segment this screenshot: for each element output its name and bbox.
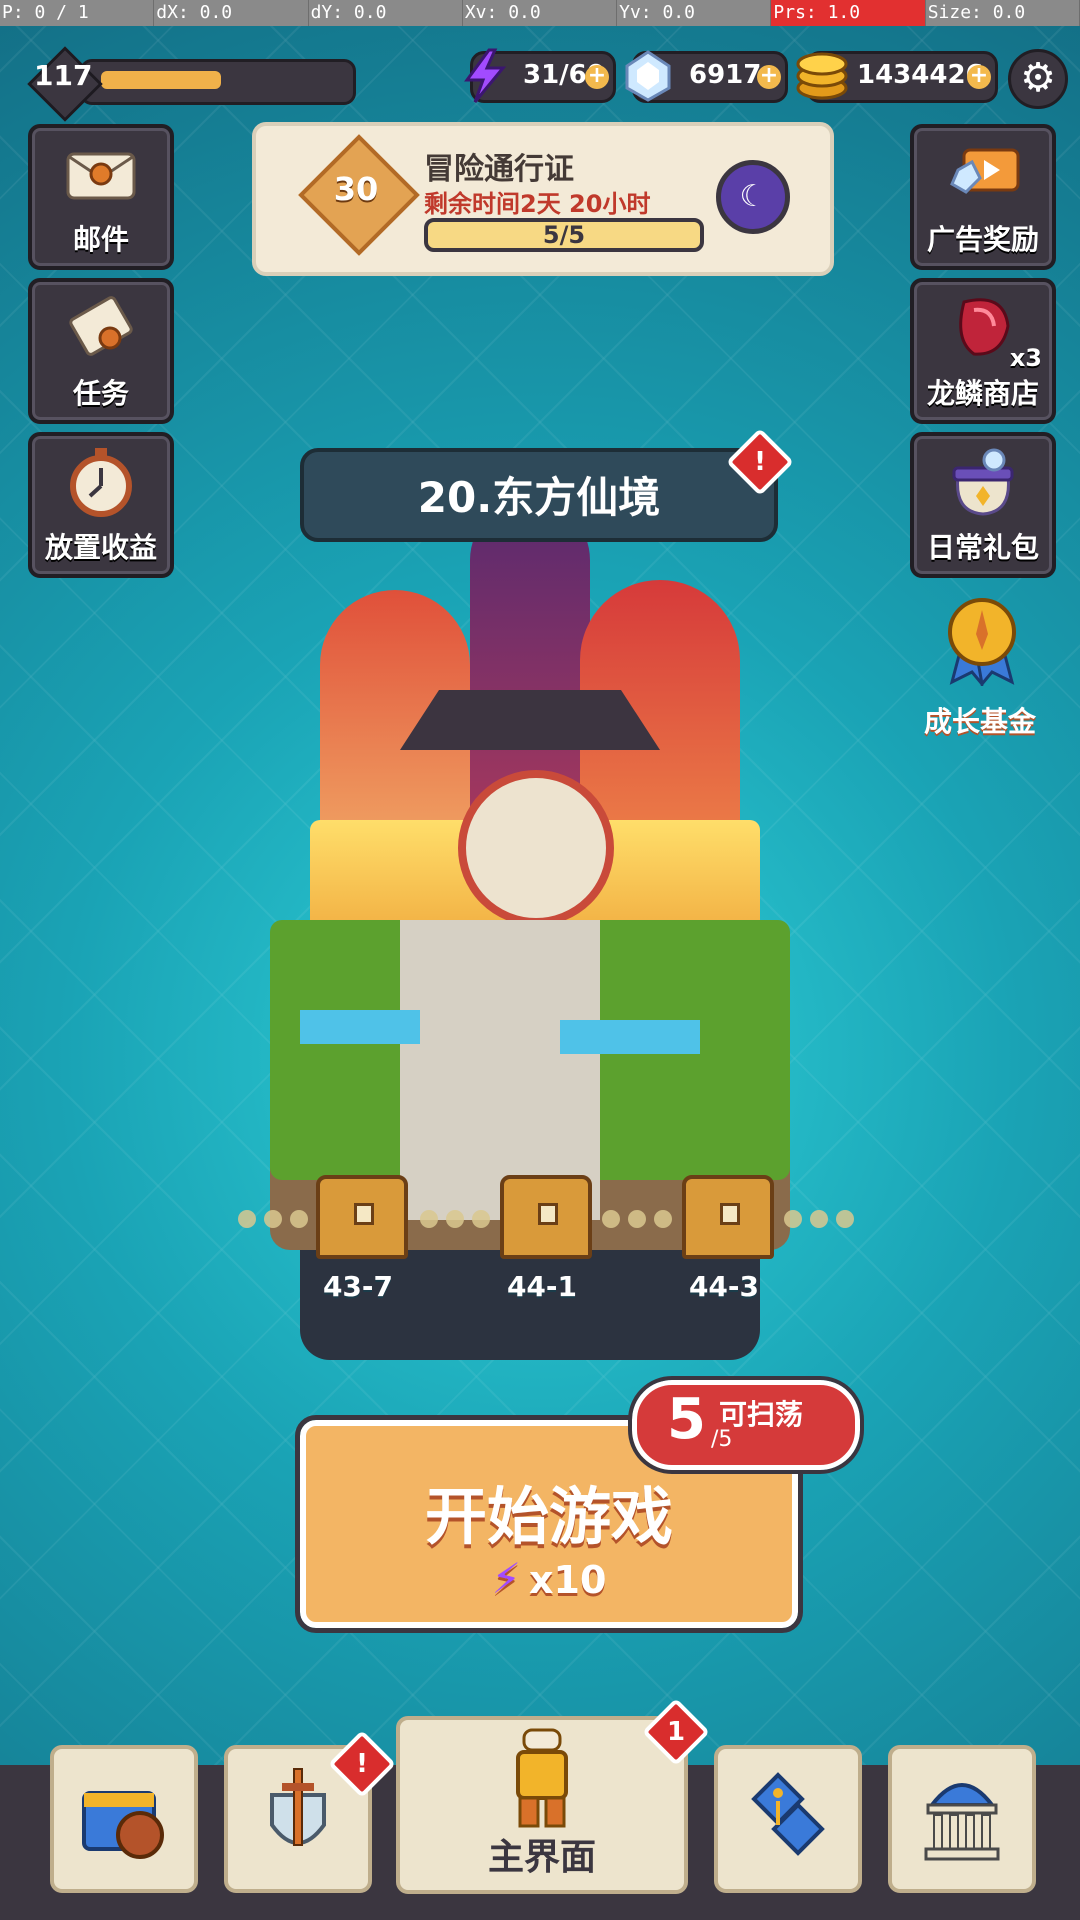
debug-pressure: Prs: 1.0: [771, 0, 926, 26]
nav-guild-button[interactable]: [888, 1745, 1036, 1893]
stopwatch-icon: [70, 448, 132, 517]
track-dot: [472, 1210, 490, 1228]
track-dot: [238, 1210, 256, 1228]
quest-button[interactable]: 任务: [28, 278, 174, 424]
armor-icon: [516, 1728, 568, 1828]
stage-title-banner[interactable]: 20.东方仙境: [300, 448, 778, 542]
tv-icon: [950, 148, 1020, 194]
dragon-shop-label: 龙鳞商店: [926, 377, 1039, 410]
track-dot: [264, 1210, 282, 1228]
track-dot: [420, 1210, 438, 1228]
ad-reward-label: 广告奖励: [926, 223, 1039, 256]
sweep-count: 5: [667, 1387, 706, 1452]
level-progress-fill: [101, 71, 221, 89]
pass-progress-text: 5/5: [542, 221, 586, 249]
treasure-chest-icon[interactable]: [682, 1175, 774, 1259]
add-energy-button[interactable]: +: [585, 65, 609, 89]
level-progress-bar: [80, 59, 356, 105]
track-dot: [810, 1210, 828, 1228]
player-level[interactable]: 117: [27, 46, 356, 122]
mail-icon: [66, 152, 136, 200]
debug-overlay: P: 0 / 1 dX: 0.0 dY: 0.0 Xv: 0.0 Yv: 0.0…: [0, 0, 1080, 26]
track-dot: [654, 1210, 672, 1228]
debug-dy: dY: 0.0: [309, 0, 463, 26]
stream: [560, 1020, 700, 1054]
idle-reward-label: 放置收益: [44, 531, 157, 564]
lightning-icon: ⚡: [491, 1554, 522, 1603]
growth-fund-label: 成长基金: [923, 705, 1036, 738]
gift-pot-icon: [952, 448, 1014, 516]
debug-size: Size: 0.0: [926, 0, 1080, 26]
pass-title: 冒险通行证: [424, 152, 574, 187]
daily-gift-button[interactable]: 日常礼包: [910, 432, 1056, 578]
add-gems-button[interactable]: +: [757, 65, 781, 89]
bank-building-icon: [924, 1783, 1000, 1861]
dragon-shop-count: x3: [1009, 344, 1042, 372]
settings-gear-icon[interactable]: ⚙: [1008, 49, 1068, 109]
pass-remaining-time: 剩余时间2天 20小时: [424, 190, 651, 218]
treasure-shop-icon: [82, 1791, 164, 1859]
home-label: 主界面: [487, 1837, 596, 1878]
daily-gift-label: 日常礼包: [926, 531, 1039, 564]
idle-reward-button[interactable]: 放置收益: [28, 432, 174, 578]
growth-fund-button[interactable]: 成长基金: [910, 594, 1050, 744]
ad-reward-button[interactable]: 广告奖励: [910, 124, 1056, 270]
chest-stage-label: 44-3: [688, 1270, 760, 1303]
stream: [300, 1010, 420, 1044]
quest-label: 任务: [72, 377, 129, 410]
start-game-label: 开始游戏: [424, 1480, 673, 1553]
lightning-icon: [464, 48, 507, 103]
start-cost-value: x10: [529, 1558, 607, 1602]
diamond-icon: [625, 50, 671, 102]
chest-stage-label: 44-1: [506, 1270, 578, 1303]
mail-button[interactable]: 邮件: [28, 124, 174, 270]
treasure-chest-icon[interactable]: [316, 1175, 408, 1259]
pagoda-roof: [400, 690, 660, 750]
mail-label: 邮件: [72, 223, 129, 256]
track-dot: [784, 1210, 802, 1228]
track-dot: [628, 1210, 646, 1228]
gold-coins-icon: [796, 52, 848, 100]
pass-level-number: 30: [333, 170, 379, 208]
nav-home-button[interactable]: 主界面: [396, 1716, 688, 1894]
track-dot: [602, 1210, 620, 1228]
gem-value: 6917: [689, 60, 762, 90]
gate-drum: [458, 770, 614, 926]
nav-talent-button[interactable]: [714, 1745, 862, 1893]
gem-counter[interactable]: 6917 +: [625, 50, 788, 103]
stage-reward-track: 43-7 44-1 44-3: [230, 1175, 870, 1350]
add-gold-button[interactable]: +: [967, 65, 991, 89]
nav-shop-button[interactable]: [50, 1745, 198, 1893]
level-number: 117: [34, 59, 93, 92]
gold-counter[interactable]: 1434426 +: [796, 51, 998, 103]
adventure-pass-panel[interactable]: 30 冒险通行证 剩余时间2天 20小时 5/5 ☾: [252, 122, 834, 276]
gold-value: 1434426: [857, 60, 984, 90]
treasure-chest-icon[interactable]: [500, 1175, 592, 1259]
energy-counter[interactable]: 31/60 +: [464, 48, 616, 103]
sweep-label: 可扫荡: [719, 1398, 804, 1431]
debug-xv: Xv: 0.0: [463, 0, 618, 26]
start-cost: ⚡ x10: [306, 1554, 792, 1603]
debug-pointer: P: 0 / 1: [0, 0, 155, 26]
stage-title: 20.东方仙境: [417, 473, 661, 522]
sword-shield-icon: [270, 1768, 326, 1846]
debug-yv: Yv: 0.0: [617, 0, 772, 26]
chest-stage-label: 43-7: [322, 1270, 394, 1303]
debug-dx: dX: 0.0: [154, 0, 309, 26]
sweep-badge[interactable]: 5 /5 可扫荡: [628, 1376, 864, 1474]
track-dot: [836, 1210, 854, 1228]
scroll-icon: [69, 296, 133, 356]
top-hud: 117 31/60 + 6917 + 1434426 + ⚙: [0, 45, 1080, 122]
medal-icon: [948, 598, 1016, 686]
track-dot: [290, 1210, 308, 1228]
talent-key-icon: [751, 1772, 825, 1856]
moon-emblem-icon[interactable]: ☾: [716, 160, 790, 234]
dragon-shop-button[interactable]: x3 龙鳞商店: [910, 278, 1056, 424]
track-dot: [446, 1210, 464, 1228]
